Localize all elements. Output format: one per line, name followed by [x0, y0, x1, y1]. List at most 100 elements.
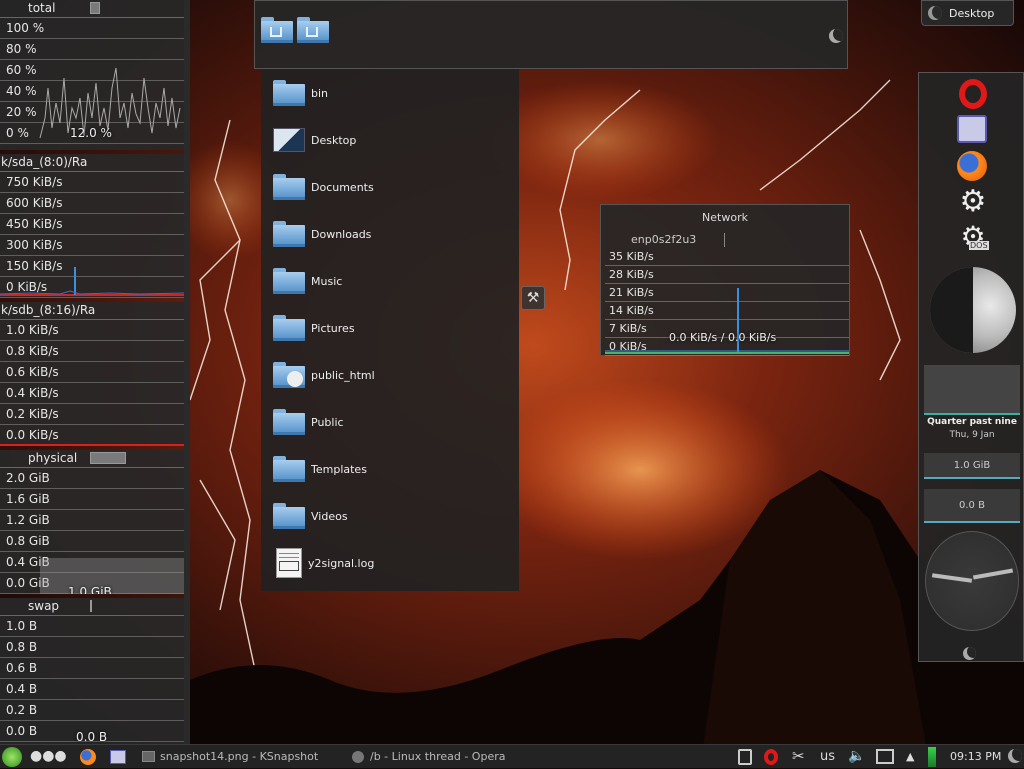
- folder-icon: [273, 268, 305, 294]
- file-manager-launcher-icon[interactable]: [110, 750, 126, 764]
- folder-icon: [273, 362, 305, 388]
- more-dots-icon[interactable]: ●●●: [30, 745, 67, 769]
- clock-widget-graph: [924, 365, 1020, 415]
- cursor-app-icon[interactable]: [957, 115, 989, 147]
- disk-a-title: k/sda_(8:0)/Ra: [1, 155, 88, 169]
- swap-row: 0.4 B: [0, 679, 184, 700]
- plasma-moon-icon[interactable]: [963, 647, 976, 660]
- desktop-activity-button[interactable]: Desktop: [921, 0, 1014, 26]
- file-name: Music: [311, 274, 343, 288]
- task-label: /b - Linux thread - Opera: [370, 750, 506, 763]
- swap-row: 0.6 B: [0, 658, 184, 679]
- home-folder-icon[interactable]: [261, 17, 293, 45]
- file-item[interactable]: Downloads: [273, 216, 371, 252]
- wrench-icon[interactable]: ⚒: [521, 286, 545, 310]
- file-item[interactable]: Music: [273, 263, 342, 299]
- file-name: Videos: [311, 509, 348, 523]
- disk-a-row: 450 KiB/s: [0, 214, 184, 235]
- folder-icon: [273, 409, 305, 435]
- file-item[interactable]: y2signal.log: [273, 545, 374, 581]
- file-name: public_html: [311, 368, 375, 382]
- clock-time-text: Quarter past nine: [927, 417, 1017, 427]
- network-row: 28 KiB/s: [605, 266, 849, 284]
- disk-b-title: k/sdb_(8:16)/Ra: [1, 303, 96, 317]
- cpu-panel: total 100 % 80 % 60 % 40 % 20 % 0 % 12.0…: [0, 0, 184, 150]
- folderview-file-list: bin Desktop Documents Downloads Music Pi…: [261, 69, 519, 591]
- disk-a-row: 600 KiB/s: [0, 193, 184, 214]
- memory-title: physical: [28, 451, 78, 465]
- disk-a-panel: k/sda_(8:0)/Ra 750 KiB/s 600 KiB/s 450 K…: [0, 154, 184, 298]
- moon-phase-icon: [930, 267, 1016, 353]
- cpu-bar: [90, 2, 100, 14]
- gear-icon[interactable]: ⚙: [957, 187, 989, 219]
- disk-b-panel: k/sdb_(8:16)/Ra 1.0 KiB/s 0.8 KiB/s 0.6 …: [0, 302, 184, 446]
- folder-icon: [273, 315, 305, 341]
- clipboard-icon[interactable]: [738, 749, 752, 765]
- folder-icon: [273, 456, 305, 482]
- file-item[interactable]: Videos: [273, 498, 348, 534]
- memory-row: 1.6 GiB: [0, 489, 184, 510]
- dos-gear-icon[interactable]: ⚙ DOS: [957, 223, 989, 255]
- analog-clock: [925, 531, 1019, 631]
- network-title: Network: [702, 211, 748, 224]
- tools-icon[interactable]: ✂: [792, 745, 805, 769]
- swap-bar: [90, 600, 92, 612]
- file-item[interactable]: bin: [273, 75, 328, 111]
- volume-icon[interactable]: 🔈: [848, 745, 865, 769]
- disk-b-row: 0.8 KiB/s: [0, 341, 184, 362]
- memory-bar: [90, 452, 126, 464]
- disk-b-graph: [0, 444, 184, 446]
- disk-b-row: 0.6 KiB/s: [0, 362, 184, 383]
- cpu-overlay: 12.0 %: [70, 126, 112, 140]
- task-label: snapshot14.png - KSnapshot: [160, 750, 319, 763]
- task-opera[interactable]: /b - Linux thread - Opera: [352, 745, 552, 769]
- file-item[interactable]: Pictures: [273, 310, 355, 346]
- display-icon[interactable]: [876, 749, 894, 764]
- file-item[interactable]: Documents: [273, 169, 374, 205]
- swap-row: 0.2 B: [0, 700, 184, 721]
- firefox-icon[interactable]: [957, 151, 989, 183]
- plasma-moon-icon[interactable]: [829, 29, 843, 43]
- swap-title: swap: [28, 599, 60, 613]
- moon-icon: [928, 6, 942, 20]
- cpu-row: 100 %: [0, 18, 184, 39]
- file-item[interactable]: public_html: [273, 357, 375, 393]
- log-file-icon: [276, 548, 302, 578]
- file-item[interactable]: Desktop: [273, 122, 356, 158]
- swap-gauge: 0.0 B: [924, 489, 1020, 523]
- file-item[interactable]: Templates: [273, 451, 367, 487]
- file-name: Pictures: [311, 321, 355, 335]
- memory-overlay: 1.0 GiB: [68, 585, 112, 594]
- file-name: bin: [311, 86, 329, 100]
- memory-panel: physical 2.0 GiB 1.6 GiB 1.2 GiB 0.8 GiB…: [0, 450, 184, 594]
- swap-row: 0.8 B: [0, 637, 184, 658]
- app-launcher-icon[interactable]: [2, 747, 22, 767]
- file-name: y2signal.log: [308, 556, 375, 570]
- memory-row: 1.2 GiB: [0, 510, 184, 531]
- disk-a-graph: [0, 267, 184, 296]
- taskbar: ●●● snapshot14.png - KSnapshot /b - Linu…: [0, 744, 1024, 768]
- plasma-moon-icon[interactable]: [1008, 749, 1022, 763]
- swap-overlay: 0.0 B: [76, 730, 108, 744]
- file-name: Public: [311, 415, 344, 429]
- monitor-edge: [184, 0, 190, 745]
- network-monitor: Network enp0s2f2u3 35 KiB/s 28 KiB/s 21 …: [600, 204, 850, 356]
- tray-expand-icon[interactable]: ▲: [906, 745, 914, 769]
- opera-icon[interactable]: [957, 79, 989, 111]
- folder-icon: [273, 174, 305, 200]
- opera-tray-icon[interactable]: [764, 749, 778, 765]
- disk-a-row: 750 KiB/s: [0, 172, 184, 193]
- home-folder-icon[interactable]: [297, 17, 329, 45]
- file-item[interactable]: Public: [273, 404, 344, 440]
- keyboard-layout[interactable]: us: [820, 745, 835, 769]
- firefox-launcher-icon[interactable]: [80, 749, 96, 765]
- disk-b-row: 0.4 KiB/s: [0, 383, 184, 404]
- desktop-folder-icon: [273, 128, 305, 152]
- opera-task-icon: [352, 751, 364, 763]
- taskbar-clock[interactable]: 09:13 PM: [950, 745, 1001, 769]
- right-panel: ⚙ ⚙ DOS Quarter past nine Thu, 9 Jan 1.0 …: [918, 72, 1024, 662]
- swap-row: 1.0 B: [0, 616, 184, 637]
- task-ksnapshot[interactable]: snapshot14.png - KSnapshot: [142, 745, 342, 769]
- file-name: Downloads: [311, 227, 372, 241]
- memory-row: 0.8 GiB: [0, 531, 184, 552]
